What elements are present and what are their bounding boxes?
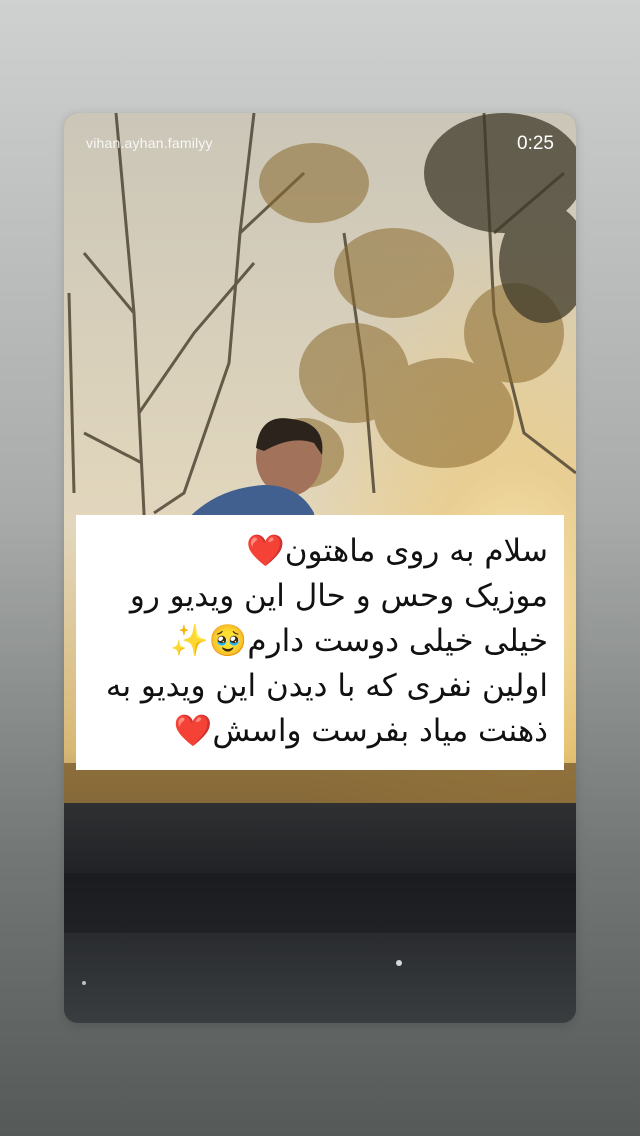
caption-box: سلام به روی ماهتون❤️ موزیک وحس و حال این… bbox=[76, 515, 564, 770]
caption-line: ذهنت میاد بفرست واسش❤️ bbox=[173, 713, 548, 749]
story-username[interactable]: vihan.ayhan.familyy bbox=[86, 135, 213, 151]
caption-line: موزیک وحس و حال این ویدیو رو bbox=[129, 578, 548, 614]
caption-line: اولین نفری که با دیدن این ویدیو به bbox=[105, 668, 548, 704]
story-timestamp: 0:25 bbox=[517, 133, 554, 154]
caption-line: سلام به روی ماهتون❤️ bbox=[246, 533, 548, 569]
caption-line: خیلی خیلی دوست دارم🥹✨ bbox=[170, 623, 548, 659]
